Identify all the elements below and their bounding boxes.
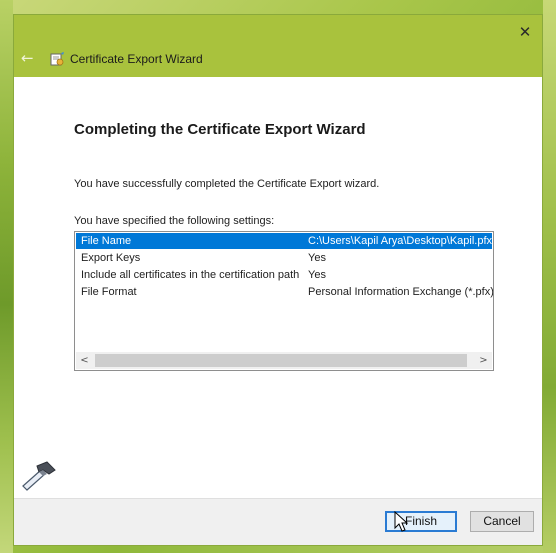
list-item[interactable]: File Name C:\Users\Kapil Arya\Desktop\Ka… <box>76 233 492 249</box>
window-title: Certificate Export Wizard <box>70 52 203 66</box>
setting-name: Include all certificates in the certific… <box>81 269 300 281</box>
success-message: You have successfully completed the Cert… <box>74 178 380 190</box>
scroll-right-icon[interactable]: > <box>475 352 492 369</box>
scroll-left-icon[interactable]: < <box>76 352 93 369</box>
list-item[interactable]: Export Keys Yes <box>76 250 492 266</box>
hammer-logo-icon <box>22 461 56 491</box>
wizard-window: ✕ ← Certificate Export Wizard Completing… <box>13 14 543 546</box>
setting-value: Personal Information Exchange (*.pfx) <box>308 286 494 298</box>
mouse-pointer-icon <box>394 511 408 532</box>
settings-list[interactable]: File Name C:\Users\Kapil Arya\Desktop\Ka… <box>74 231 494 371</box>
list-item[interactable]: Include all certificates in the certific… <box>76 267 492 283</box>
setting-name: File Name <box>81 235 132 247</box>
button-bar: Finish Cancel <box>14 498 542 545</box>
setting-value: Yes <box>308 252 326 264</box>
page-heading: Completing the Certificate Export Wizard <box>74 121 366 138</box>
close-icon[interactable]: ✕ <box>514 21 536 43</box>
scroll-thumb[interactable] <box>95 354 467 367</box>
title-bar: ✕ ← Certificate Export Wizard <box>14 15 542 77</box>
settings-label: You have specified the following setting… <box>74 215 275 227</box>
cancel-button[interactable]: Cancel <box>470 511 534 532</box>
setting-value: Yes <box>308 269 326 281</box>
horizontal-scrollbar[interactable]: < > <box>76 352 492 369</box>
back-arrow-icon[interactable]: ← <box>21 50 39 66</box>
desktop-background-right <box>543 0 556 553</box>
certificate-wizard-icon <box>50 52 64 66</box>
setting-value: C:\Users\Kapil Arya\Desktop\Kapil.pfx <box>308 235 493 247</box>
desktop-background-left <box>0 0 13 553</box>
setting-name: File Format <box>81 286 137 298</box>
setting-name: Export Keys <box>81 252 141 264</box>
list-item[interactable]: File Format Personal Information Exchang… <box>76 284 494 300</box>
